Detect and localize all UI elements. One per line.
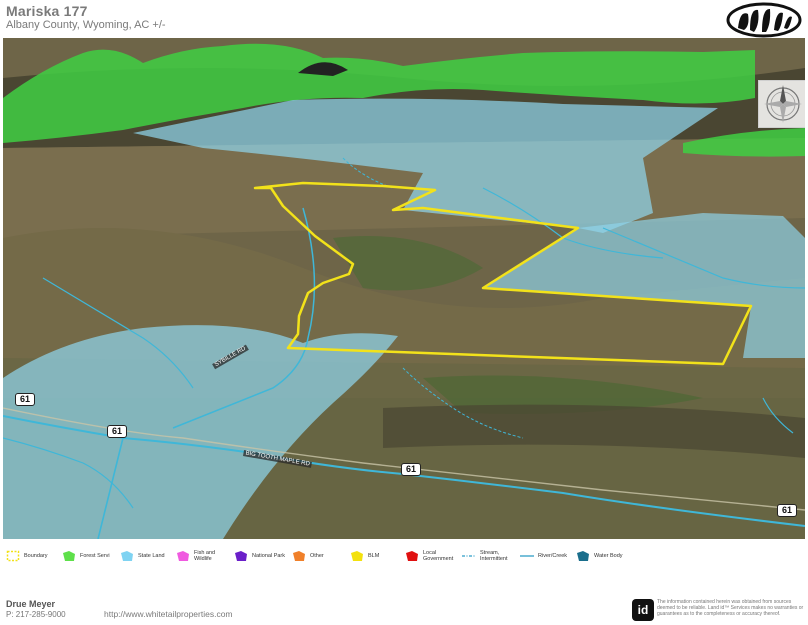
- legend-item-river-creek: River/Creek: [520, 550, 567, 562]
- legend-item-state-land: State Land: [120, 550, 165, 562]
- legend-label: Local Government: [423, 550, 454, 562]
- legend-item-local-government: Local Government: [405, 550, 453, 562]
- polygon-icon: [177, 551, 189, 561]
- legend-label: National Park: [252, 553, 286, 559]
- dashed-line-icon: [462, 555, 476, 557]
- map-legend: Boundary Forest Servi State Land Fish an…: [0, 542, 808, 568]
- legend-label: State Land: [138, 553, 165, 559]
- disclaimer-text: The information contained herein was obt…: [657, 599, 804, 617]
- brand-logo-icon: [724, 2, 804, 38]
- legend-label: Water Body: [594, 553, 623, 559]
- legend-label: Boundary: [24, 553, 48, 559]
- map-subtitle: Albany County, Wyoming, AC +/-: [6, 19, 166, 31]
- legend-item-boundary: Boundary: [6, 550, 48, 562]
- polygon-icon: [293, 551, 305, 561]
- legend-label: River/Creek: [538, 553, 568, 559]
- road-shield-61: 61: [15, 393, 36, 406]
- map-title: Mariska 177: [6, 3, 88, 19]
- polygon-icon: [63, 551, 75, 561]
- legend-label: BLM: [368, 553, 380, 559]
- polygon-icon: [577, 551, 589, 561]
- polygon-icon: [235, 551, 247, 561]
- legend-label: Forest Servi: [80, 553, 110, 559]
- polygon-icon: [121, 551, 133, 561]
- boundary-dashed-icon: [6, 550, 20, 562]
- road-shield-61: 61: [401, 463, 422, 476]
- legend-item-national-park: National Park: [234, 550, 285, 562]
- compass-icon[interactable]: [758, 80, 805, 128]
- legend-label: Other: [310, 553, 324, 559]
- aerial-map[interactable]: SYBILLE RD BIG TOOTH MAPLE RD 61 61 61 6…: [3, 38, 805, 539]
- road-shield-61: 61: [107, 425, 128, 438]
- road-shield-61: 61: [777, 504, 798, 517]
- legend-item-fish-wildlife: Fish and Wildlife: [176, 550, 215, 562]
- header: Mariska 177 Albany County, Wyoming, AC +…: [0, 0, 808, 38]
- legend-label: Stream, Intermittent: [480, 550, 508, 562]
- website-link[interactable]: http://www.whitetailproperties.com: [104, 609, 233, 619]
- legend-item-forest-service: Forest Servi: [62, 550, 110, 562]
- legend-item-water-body: Water Body: [576, 550, 623, 562]
- legend-item-stream-intermittent: Stream, Intermittent: [462, 550, 508, 562]
- agent-phone: P: 217-285-9000: [6, 610, 66, 619]
- agent-name: Drue Meyer: [6, 599, 56, 609]
- land-id-logo-icon: id: [632, 599, 654, 621]
- legend-item-other: Other: [292, 550, 324, 562]
- legend-label: Fish and Wildlife: [194, 550, 216, 562]
- polygon-icon: [406, 551, 418, 561]
- line-icon: [520, 555, 534, 557]
- polygon-icon: [351, 551, 363, 561]
- legend-item-blm: BLM: [350, 550, 379, 562]
- land-id-logo-text: id: [637, 603, 649, 617]
